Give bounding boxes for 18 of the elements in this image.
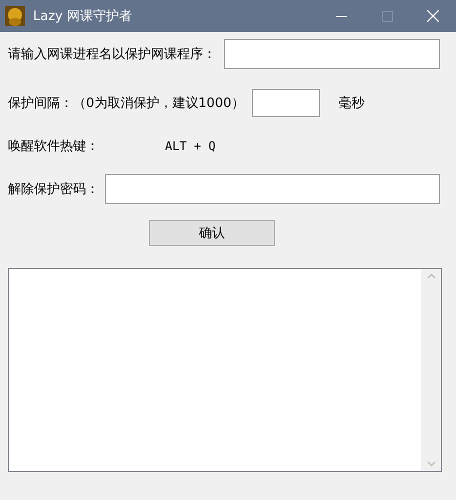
process-name-label: 请输入网课进程名以保护网课程序： <box>8 46 216 63</box>
hotkey-label: 唤醒软件热键： <box>8 138 99 155</box>
scroll-down-icon[interactable] <box>426 461 436 467</box>
process-name-field[interactable] <box>224 39 440 69</box>
interval-field[interactable] <box>252 89 320 117</box>
log-area[interactable] <box>8 268 442 472</box>
password-field[interactable] <box>105 174 440 204</box>
window-title: Lazy 网课守护者 <box>33 8 133 25</box>
interval-label: 保护间隔：（0为取消保护，建议1000） <box>8 95 244 112</box>
close-icon <box>427 10 439 22</box>
unit-label: 毫秒 <box>338 95 364 112</box>
scroll-up-icon[interactable] <box>426 273 436 279</box>
password-label: 解除保护密码： <box>8 181 99 198</box>
scrollbar[interactable] <box>421 269 441 471</box>
hotkey-value: ALT + Q <box>165 139 216 153</box>
maximize-icon <box>382 10 392 22</box>
app-icon <box>5 6 25 26</box>
confirm-button[interactable]: 确认 <box>149 220 275 246</box>
